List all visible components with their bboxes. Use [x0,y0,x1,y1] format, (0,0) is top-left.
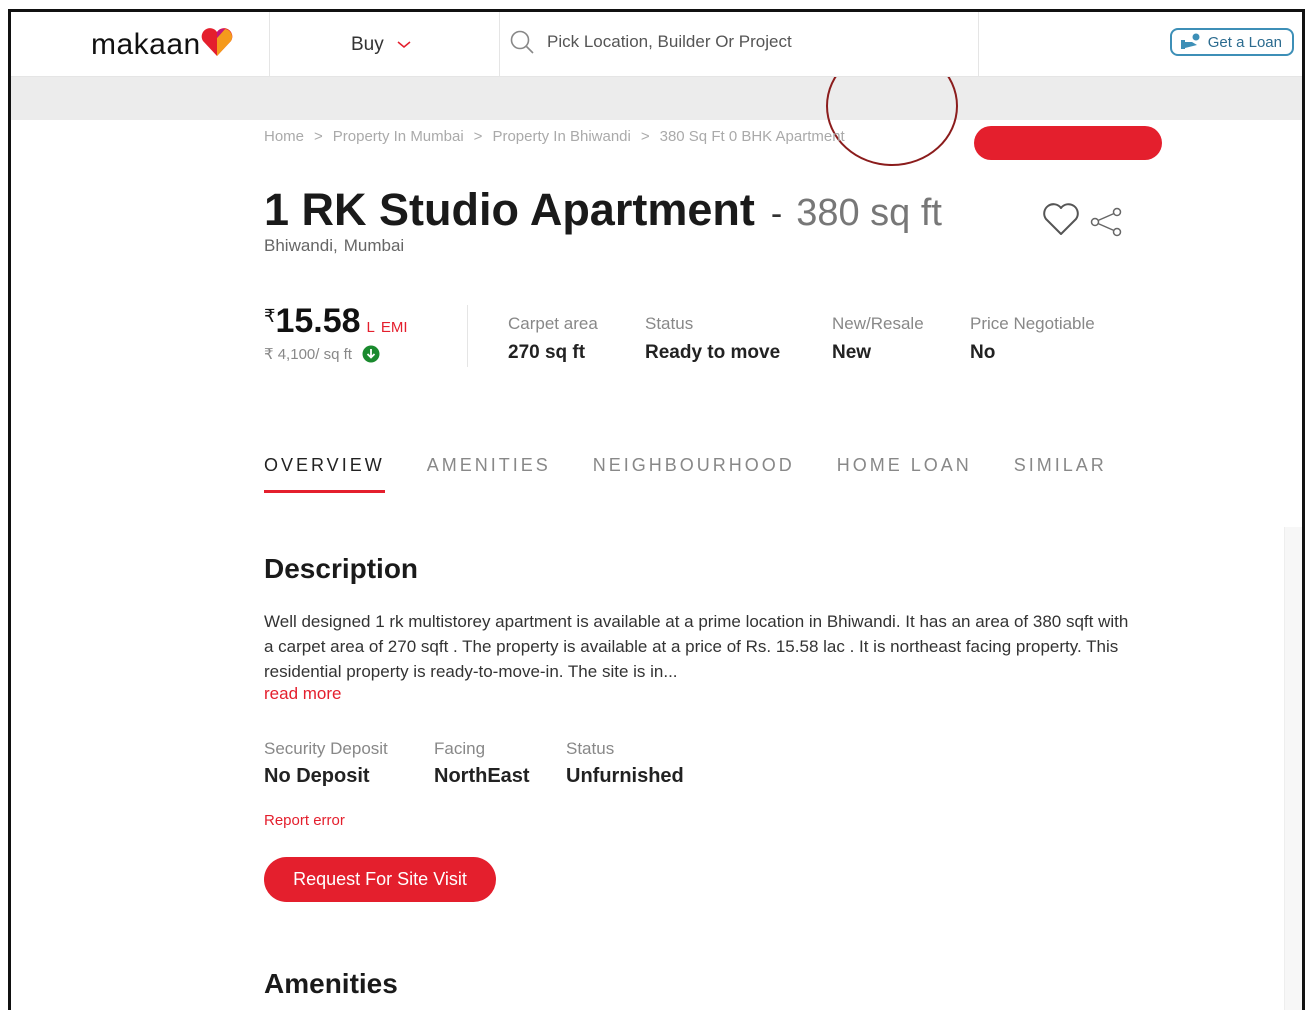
breadcrumb-mumbai[interactable]: Property In Mumbai [333,128,464,145]
buy-label: Buy [351,34,384,55]
read-more-link[interactable]: read more [264,684,341,704]
amenities-heading: Amenities [264,968,398,999]
description-text: Well designed 1 rk multistorey apartment… [264,612,1129,681]
fact-label: Price Negotiable [970,314,1095,333]
breadcrumb-bhiwandi[interactable]: Property In Bhiwandi [492,128,630,145]
tab-similar[interactable]: SIMILAR [1014,455,1107,493]
breadcrumb-current: 380 Sq Ft 0 BHK Apartment [659,128,845,145]
header-divider [978,12,979,76]
price-trend-down-icon[interactable] [362,345,380,363]
header-divider [499,12,500,76]
loan-icon [1180,33,1200,49]
detail-value: Unfurnished [566,765,684,787]
browser-frame: makaan Buy Pick Location, Builder Or Pro… [8,9,1305,1010]
fact-label: New/Resale [832,314,924,333]
header-divider [269,12,270,76]
description-heading: Description [264,553,419,584]
fact-value: Ready to move [645,342,781,363]
section-tabs: OVERVIEW AMENITIES NEIGHBOURHOOD HOME LO… [264,455,1107,493]
search-bar[interactable] [509,29,909,55]
search-icon [510,30,534,54]
price-block: ₹ 15.58 L EMI ₹ 4,100/ sq ft [264,302,408,363]
detail-label: Status [566,739,615,758]
detail-value: No Deposit [264,765,370,787]
detail-security-deposit: Security Deposit No Deposit [264,739,388,788]
share-icon[interactable] [1089,207,1123,237]
tab-amenities[interactable]: AMENITIES [427,455,551,493]
fact-label: Carpet area [508,314,598,333]
logo-text: makaan [91,28,201,61]
side-panel-edge [1284,527,1302,1010]
title-dash: - [770,195,783,233]
breadcrumb-separator: > [640,128,650,145]
price-unit: L [366,319,375,336]
city[interactable]: Mumbai [344,236,404,256]
chevron-down-icon [397,41,411,48]
listing-area: 380 sq ft [796,192,942,234]
currency-symbol: ₹ [264,306,276,326]
detail-label: Facing [434,739,486,758]
fact-label: Status [645,314,694,333]
locality[interactable]: Bhiwandi, [264,236,338,256]
detail-label: Security Deposit [264,739,388,758]
buy-dropdown[interactable]: Buy [351,34,412,56]
detail-facing: Facing NorthEast [434,739,530,788]
fact-value: 270 sq ft [508,342,586,363]
fact-new-resale: New/Resale New [832,314,924,364]
detail-value: NorthEast [434,765,530,787]
breadcrumb-separator: > [314,128,323,145]
get-a-loan-button[interactable]: Get a Loan [1169,28,1294,56]
detail-furnishing-status: Status Unfurnished [566,739,684,788]
logo-heart-icon [201,28,233,56]
breadcrumb: Home > Property In Mumbai > Property In … [264,128,845,145]
site-header: makaan Buy Pick Location, Builder Or Pro… [11,12,1302,77]
price-per-sqft: ₹ 4,100/ sq ft [264,346,352,363]
tab-home-loan[interactable]: HOME LOAN [837,455,972,493]
listing-title-row: 1 RK Studio Apartment - 380 sq ft [264,184,942,236]
request-photos-button[interactable] [974,126,1162,160]
fact-price-negotiable: Price Negotiable No [970,314,1095,364]
report-error-link[interactable]: Report error [264,812,345,829]
makaan-logo[interactable]: makaan [91,26,235,66]
hero-strip [11,46,1302,166]
search-input[interactable] [545,31,909,53]
listing-location: Bhiwandi, Mumbai [264,236,404,256]
price-value: 15.58 [275,302,361,340]
breadcrumb-home[interactable]: Home [264,128,304,145]
price-divider [467,305,468,367]
request-site-visit-button[interactable]: Request For Site Visit [264,857,496,902]
fact-status: Status Ready to move [645,314,780,364]
loan-label: Get a Loan [1207,33,1282,51]
emi-link[interactable]: EMI [381,319,408,336]
fact-value: New [832,342,872,363]
favorite-heart-icon[interactable] [1041,202,1081,238]
breadcrumb-separator: > [473,128,483,145]
fact-carpet-area: Carpet area 270 sq ft [508,314,598,364]
tab-overview[interactable]: OVERVIEW [264,455,385,493]
page-title: 1 RK Studio Apartment [264,184,755,235]
tab-neighbourhood[interactable]: NEIGHBOURHOOD [593,455,795,493]
fact-value: No [970,342,996,363]
